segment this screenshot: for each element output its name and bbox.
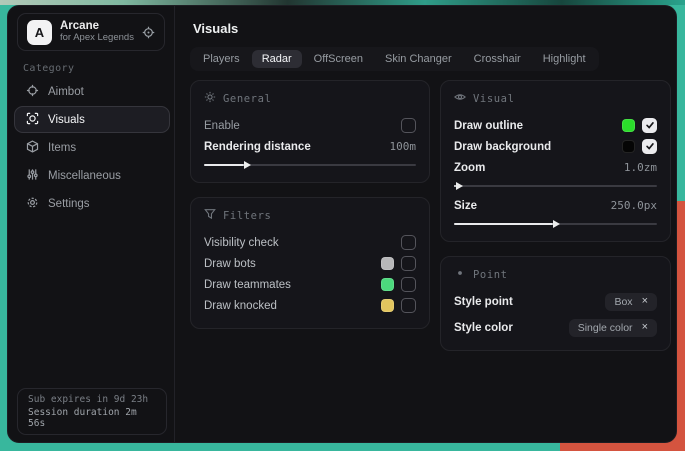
session-duration-text: Session duration 2m 56s — [28, 407, 156, 429]
draw-outline-checkbox[interactable] — [642, 118, 657, 133]
rendering-distance-label: Rendering distance — [204, 141, 311, 153]
dot-icon — [454, 267, 466, 282]
session-card: Sub expires in 9d 23h Session duration 2… — [17, 388, 167, 435]
visual-panel: Visual Draw outline Draw background — [440, 80, 671, 242]
size-slider[interactable] — [454, 219, 657, 229]
checkmark-icon — [645, 117, 655, 135]
zoom-label: Zoom — [454, 162, 485, 174]
close-icon[interactable]: × — [642, 322, 648, 333]
box-icon — [26, 140, 39, 156]
tab-crosshair[interactable]: Crosshair — [464, 50, 531, 68]
gear-icon — [26, 196, 39, 212]
draw-teammates-checkbox[interactable] — [401, 277, 416, 292]
sun-icon — [204, 91, 216, 106]
app-logo: A — [27, 20, 52, 45]
chip-label: Box — [614, 296, 632, 308]
style-point-label: Style point — [454, 296, 513, 308]
app-logo-letter: A — [35, 25, 44, 40]
draw-bots-color-swatch[interactable] — [381, 257, 394, 270]
sidebar-item-items[interactable]: Items — [14, 134, 170, 161]
visual-panel-title: Visual — [473, 93, 515, 105]
size-label: Size — [454, 200, 477, 212]
sidebar-item-label: Visuals — [48, 114, 85, 126]
eye-icon — [454, 91, 466, 106]
draw-knocked-checkbox[interactable] — [401, 298, 416, 313]
sidebar: A Arcane for Apex Legends Category — [8, 6, 175, 442]
slider-thumb[interactable] — [454, 223, 553, 225]
style-color-label: Style color — [454, 322, 513, 334]
draw-knocked-color-swatch[interactable] — [381, 299, 394, 312]
sidebar-item-settings[interactable]: Settings — [14, 190, 170, 217]
sliders-icon — [26, 168, 39, 184]
chip-label: Single color — [578, 322, 633, 334]
category-label: Category — [23, 63, 74, 74]
slider-thumb[interactable] — [454, 185, 456, 187]
style-color-chip[interactable]: Single color × — [569, 319, 657, 337]
size-value: 250.0px — [611, 199, 657, 212]
rendering-distance-value: 100m — [390, 140, 417, 153]
sidebar-item-label: Settings — [48, 198, 90, 210]
point-panel-title: Point — [473, 269, 508, 281]
sidebar-item-aimbot[interactable]: Aimbot — [14, 78, 170, 105]
sidebar-item-miscellaneous[interactable]: Miscellaneous — [14, 162, 170, 189]
draw-knocked-label: Draw knocked — [204, 300, 277, 312]
filters-panel: Filters Visibility check Draw bots — [190, 197, 430, 329]
sidebar-item-visuals[interactable]: Visuals — [14, 106, 170, 133]
sub-expires-text: Sub expires in 9d 23h — [28, 394, 156, 405]
slider-thumb[interactable] — [204, 164, 244, 166]
zoom-slider[interactable] — [454, 181, 657, 191]
draw-outline-color-swatch[interactable] — [622, 119, 635, 132]
close-icon[interactable]: × — [642, 296, 648, 307]
tab-radar[interactable]: Radar — [252, 50, 302, 68]
point-panel: Point Style point Box × Style color Sing… — [440, 256, 671, 351]
draw-bots-checkbox[interactable] — [401, 256, 416, 271]
style-point-chip[interactable]: Box × — [605, 293, 657, 311]
tab-skin-changer[interactable]: Skin Changer — [375, 50, 462, 68]
tabbar: Players Radar OffScreen Skin Changer Cro… — [190, 47, 599, 71]
target-icon[interactable] — [142, 26, 155, 39]
focus-icon — [26, 112, 39, 128]
filters-panel-title: Filters — [223, 210, 271, 222]
draw-outline-label: Draw outline — [454, 120, 523, 132]
draw-background-label: Draw background — [454, 141, 551, 153]
draw-background-color-swatch[interactable] — [622, 140, 635, 153]
visibility-check-label: Visibility check — [204, 237, 279, 249]
sidebar-item-label: Miscellaneous — [48, 170, 121, 182]
crosshair-icon — [26, 84, 39, 100]
app-subtitle: for Apex Legends — [60, 33, 134, 44]
draw-bots-label: Draw bots — [204, 258, 256, 270]
general-panel-title: General — [223, 93, 271, 105]
funnel-icon — [204, 208, 216, 223]
app-header-card: A Arcane for Apex Legends — [17, 13, 165, 51]
draw-teammates-label: Draw teammates — [204, 279, 291, 291]
enable-label: Enable — [204, 120, 240, 132]
zoom-value: 1.0zm — [624, 161, 657, 174]
tab-highlight[interactable]: Highlight — [533, 50, 596, 68]
sidebar-item-label: Items — [48, 142, 76, 154]
slider-track — [454, 185, 657, 187]
general-panel: General Enable Rendering distance 100m — [190, 80, 430, 183]
tab-players[interactable]: Players — [193, 50, 250, 68]
tab-offscreen[interactable]: OffScreen — [304, 50, 373, 68]
main-content: Visuals Players Radar OffScreen Skin Cha… — [176, 6, 676, 442]
draw-background-checkbox[interactable] — [642, 139, 657, 154]
enable-checkbox[interactable] — [401, 118, 416, 133]
app-window: A Arcane for Apex Legends Category — [7, 5, 677, 443]
visibility-check-checkbox[interactable] — [401, 235, 416, 250]
checkmark-icon — [645, 138, 655, 156]
rendering-distance-slider[interactable] — [204, 160, 416, 170]
draw-teammates-color-swatch[interactable] — [381, 278, 394, 291]
sidebar-nav: Aimbot Visuals — [14, 78, 170, 217]
sidebar-item-label: Aimbot — [48, 86, 84, 98]
page-title: Visuals — [193, 21, 238, 36]
